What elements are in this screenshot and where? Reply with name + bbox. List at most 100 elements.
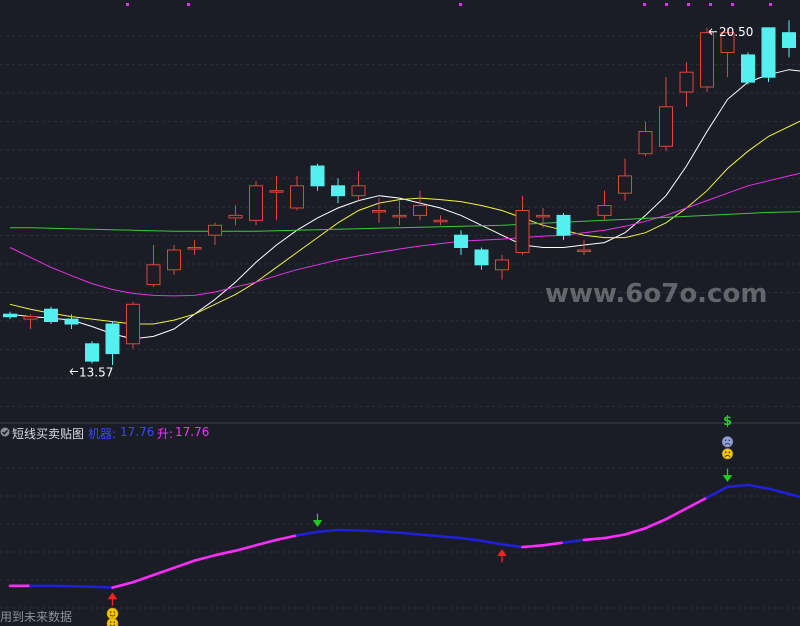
indicator-segment xyxy=(418,533,442,538)
indicator-segment xyxy=(705,485,729,499)
candle-up xyxy=(372,210,386,213)
candle-up xyxy=(249,185,263,221)
line2-label: 升: xyxy=(157,427,174,441)
candle-down xyxy=(454,234,468,248)
indicator-segment xyxy=(316,528,340,534)
max-price-label: 20.50 xyxy=(719,25,753,39)
ma20-line xyxy=(9,172,800,297)
candle-down xyxy=(44,308,58,323)
indicator-segment xyxy=(582,536,606,542)
footer-note: 用到未来数据 xyxy=(0,610,73,624)
indicator-header: 短线买卖贴图 机器: 17.76 升: 17.76 xyxy=(0,424,800,442)
indicator-segment xyxy=(254,538,278,547)
indicator-title: 短线买卖贴图 xyxy=(12,427,85,441)
candle-up xyxy=(392,214,407,218)
indicator-segment xyxy=(377,530,401,535)
min-arrow xyxy=(69,368,78,375)
indicator-segment xyxy=(213,549,237,557)
indicator-segment xyxy=(90,585,114,589)
candle-up xyxy=(413,205,427,216)
smiley-face-icon xyxy=(106,607,119,620)
face-eye xyxy=(109,611,112,613)
ma60-line xyxy=(10,211,800,232)
face-circle xyxy=(106,617,119,626)
sell-arrow-icon xyxy=(722,468,733,482)
candle-up xyxy=(679,71,694,93)
indicator-segment xyxy=(746,483,770,490)
indicator-segment xyxy=(295,530,319,537)
face-eye xyxy=(113,611,116,613)
candle-up xyxy=(167,249,181,271)
top-dot xyxy=(687,3,690,6)
candle-down xyxy=(556,214,571,236)
stock-chart[interactable]: www.6o7o.com 20.50 13.57 $ xyxy=(0,0,800,626)
candle-up xyxy=(146,264,161,286)
top-dot xyxy=(187,3,190,6)
top-dot xyxy=(459,3,462,6)
indicator-toggle-icon[interactable] xyxy=(0,426,10,440)
indicator-segment xyxy=(726,483,750,489)
indicator-segment xyxy=(521,543,545,549)
candle-down xyxy=(474,249,489,266)
candle-up xyxy=(290,185,304,209)
indicator-segment xyxy=(459,536,483,543)
top-dot xyxy=(769,3,772,6)
candle-up xyxy=(433,219,448,223)
candle-up xyxy=(208,224,222,236)
candle-down xyxy=(782,32,796,49)
candle-up xyxy=(269,190,284,193)
frown-face-icon xyxy=(721,447,734,460)
candle-up xyxy=(700,32,714,88)
indicator-segment xyxy=(172,559,196,570)
candle-up xyxy=(536,214,550,218)
candle-up xyxy=(187,247,202,250)
indicator-segment xyxy=(234,543,258,553)
candle-up xyxy=(126,303,140,345)
candle-down xyxy=(64,318,79,325)
buy-arrow-icon xyxy=(107,592,118,606)
candle-down xyxy=(105,323,120,355)
indicator-segment xyxy=(439,534,463,540)
candle-up xyxy=(577,249,591,252)
face-eye xyxy=(724,451,727,454)
line1-value: 17.76 xyxy=(120,425,155,439)
price-labels: 20.50 13.57 xyxy=(69,25,753,380)
indicator-segment xyxy=(787,492,800,499)
indicator-segment xyxy=(623,526,647,536)
candle-up xyxy=(515,210,530,253)
indicator-segment xyxy=(541,541,565,547)
line2-value: 17.76 xyxy=(175,425,210,439)
indicator-segment xyxy=(193,553,217,562)
watermark: www.6o7o.com xyxy=(545,279,767,309)
indicator-segment xyxy=(275,534,299,542)
indicator-segment xyxy=(500,543,524,549)
indicator-segment xyxy=(70,584,94,589)
candle-down xyxy=(310,165,325,187)
candle-up xyxy=(659,106,673,147)
candle-up xyxy=(351,185,366,197)
indicator-segment xyxy=(603,533,627,540)
min-price-label: 13.57 xyxy=(79,366,113,380)
candle-down xyxy=(85,343,99,362)
candle-up xyxy=(638,131,653,155)
candles xyxy=(3,20,796,365)
indicator-segment xyxy=(398,531,422,536)
indicator-segment xyxy=(664,507,688,521)
face-eye xyxy=(728,451,731,454)
candle-up xyxy=(23,316,38,320)
indicator-segment xyxy=(152,566,176,577)
line1-label: 机器: xyxy=(88,427,117,441)
indicator-segment xyxy=(357,529,381,533)
indicator-line xyxy=(8,483,800,589)
face-eye xyxy=(113,621,116,623)
indicator-segment xyxy=(480,539,504,546)
candle-down xyxy=(3,313,17,318)
candle-down xyxy=(761,27,776,78)
candle-up xyxy=(228,214,243,219)
smiley-face-icon xyxy=(106,617,119,626)
indicator-segment xyxy=(562,538,586,544)
face-circle xyxy=(721,447,734,460)
candle-down xyxy=(741,54,755,83)
top-dot xyxy=(126,3,129,6)
top-dot xyxy=(665,3,668,6)
